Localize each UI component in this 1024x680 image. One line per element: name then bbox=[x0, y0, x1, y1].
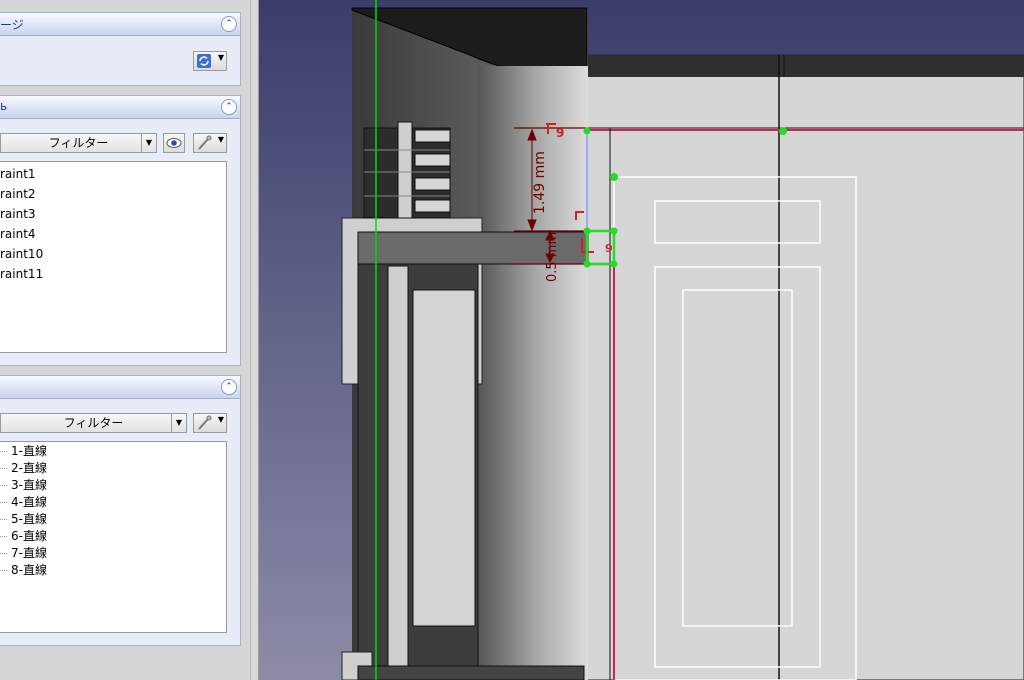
part-plate bbox=[586, 54, 1024, 680]
tasks-section-title: ージ bbox=[0, 18, 24, 32]
sketch-viewport[interactable]: 1.49 mm 0.5 mm 9 9 bbox=[259, 0, 1024, 680]
dropdown-arrow-icon: ▼ bbox=[217, 415, 224, 424]
collapse-icon[interactable]: ⌃ bbox=[221, 99, 237, 115]
list-item[interactable]: raint4 bbox=[0, 224, 226, 244]
elements-section: ⌃ フィルター ▼ ▼ 1-直線 2-直線 3-直線 4-直線 5-直線 6-直… bbox=[0, 375, 241, 646]
panel-splitter[interactable] bbox=[250, 0, 259, 680]
constraints-section: ь ⌃ フィルター ▼ ▼ raint1 raint2 raint3 raint… bbox=[0, 95, 241, 366]
tasks-section: ージ ⌃ ▼ bbox=[0, 12, 241, 86]
list-item[interactable]: 5-直線 bbox=[0, 511, 226, 528]
list-item[interactable]: raint10 bbox=[0, 244, 226, 264]
list-item[interactable]: 2-直線 bbox=[0, 460, 226, 477]
list-item[interactable]: raint1 bbox=[0, 164, 226, 184]
dropdown-arrow-icon: ▼ bbox=[171, 414, 186, 432]
list-item[interactable]: 3-直線 bbox=[0, 477, 226, 494]
list-item[interactable]: 1-直線 bbox=[0, 443, 226, 460]
constraints-section-title: ь bbox=[0, 99, 8, 113]
list-item[interactable]: 4-直線 bbox=[0, 494, 226, 511]
eye-icon bbox=[166, 138, 182, 148]
constraint-label-top[interactable]: 9 bbox=[556, 126, 564, 140]
constraints-section-header[interactable]: ь ⌃ bbox=[0, 96, 240, 119]
plate-top-edge bbox=[587, 55, 1024, 77]
collapse-icon[interactable]: ⌃ bbox=[221, 16, 237, 32]
refresh-button[interactable]: ▼ bbox=[193, 51, 227, 71]
constraint-label-small[interactable]: 9 bbox=[605, 242, 613, 255]
part-slots bbox=[363, 121, 451, 219]
dropdown-arrow-icon: ▼ bbox=[217, 135, 224, 144]
show-hide-button[interactable] bbox=[163, 133, 185, 153]
elements-filter-label: フィルター bbox=[63, 416, 124, 430]
list-item[interactable]: raint2 bbox=[0, 184, 226, 204]
element-tools-button[interactable]: ▼ bbox=[193, 413, 227, 433]
elements-section-header[interactable]: ⌃ bbox=[0, 376, 240, 399]
tool-icon bbox=[198, 415, 212, 430]
list-item[interactable]: 7-直線 bbox=[0, 545, 226, 562]
list-item[interactable]: raint11 bbox=[0, 264, 226, 284]
combo-view-panel: ージ ⌃ ▼ ь ⌃ フィルター ▼ ▼ raint1 raint2 raint… bbox=[0, 0, 250, 680]
dimension-label-1[interactable]: 1.49 mm bbox=[532, 151, 548, 214]
collapse-icon[interactable]: ⌃ bbox=[221, 379, 237, 395]
constraint-tools-button[interactable]: ▼ bbox=[193, 133, 227, 153]
dropdown-arrow-icon: ▼ bbox=[141, 134, 156, 152]
constraints-list[interactable]: raint1 raint2 raint3 raint4 raint10 rain… bbox=[0, 161, 227, 353]
list-item[interactable]: 8-直線 bbox=[0, 562, 226, 579]
tool-icon bbox=[198, 135, 212, 150]
list-item[interactable]: 6-直線 bbox=[0, 528, 226, 545]
constraints-filter-label: フィルター bbox=[48, 136, 109, 150]
tasks-section-header[interactable]: ージ ⌃ bbox=[0, 13, 240, 36]
dimension-label-2[interactable]: 0.5 mm bbox=[545, 232, 560, 282]
constraints-filter-select[interactable]: フィルター ▼ bbox=[0, 133, 157, 153]
elements-list[interactable]: 1-直線 2-直線 3-直線 4-直線 5-直線 6-直線 7-直線 8-直線 bbox=[0, 441, 227, 633]
refresh-icon bbox=[197, 54, 211, 68]
elements-filter-select[interactable]: フィルター ▼ bbox=[0, 413, 187, 433]
dropdown-arrow-icon: ▼ bbox=[217, 53, 224, 62]
list-item[interactable]: raint3 bbox=[0, 204, 226, 224]
